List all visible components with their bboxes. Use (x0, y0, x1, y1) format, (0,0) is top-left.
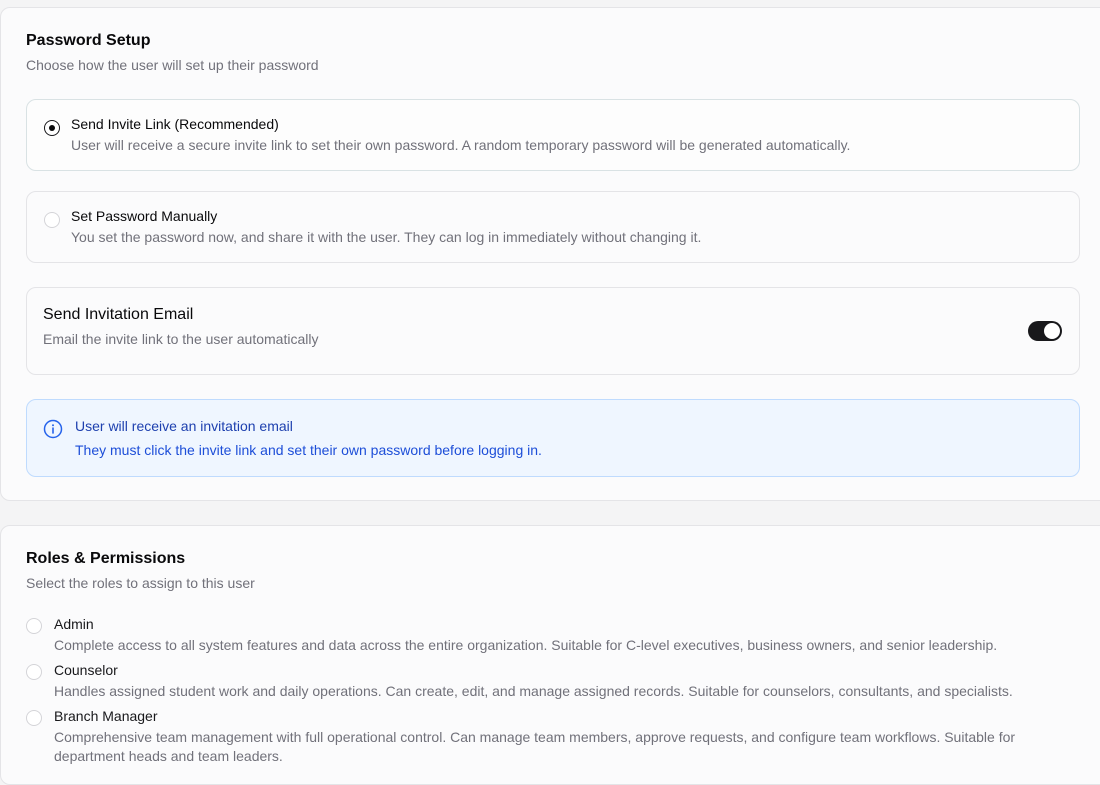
set-password-description: You set the password now, and share it w… (71, 229, 702, 245)
roles-title: Roles & Permissions (26, 550, 186, 567)
info-description: They must click the invite link and set … (75, 442, 542, 458)
set-password-label: Set Password Manually (71, 208, 218, 224)
option-set-password-manually[interactable]: Set Password Manually You set the passwo… (26, 191, 1080, 263)
role-counselor-label: Counselor (54, 662, 118, 678)
role-item-admin[interactable]: Admin Complete access to all system feat… (26, 615, 1086, 657)
roles-permissions-card: Roles & Permissions Select the roles to … (0, 525, 1100, 785)
role-item-counselor[interactable]: Counselor Handles assigned student work … (26, 661, 1086, 703)
role-admin-label: Admin (54, 616, 94, 632)
info-circle-icon (43, 419, 63, 439)
invitation-info-alert: User will receive an invitation email Th… (26, 399, 1080, 477)
option-send-invite-link[interactable]: Send Invite Link (Recommended) User will… (26, 99, 1080, 171)
send-invite-radio[interactable] (44, 120, 60, 136)
info-title: User will receive an invitation email (75, 418, 293, 434)
roles-subtitle: Select the roles to assign to this user (26, 575, 255, 591)
toggle-knob (1044, 323, 1060, 339)
role-admin-radio[interactable] (26, 618, 42, 634)
send-invitation-email-toggle[interactable] (1028, 321, 1062, 341)
send-invitation-email-title: Send Invitation Email (43, 306, 194, 323)
role-branch-manager-description: Comprehensive team management with full … (54, 729, 1016, 764)
send-invite-description: User will receive a secure invite link t… (71, 137, 851, 153)
set-password-radio[interactable] (44, 212, 60, 228)
password-setup-card: Password Setup Choose how the user will … (0, 7, 1100, 501)
password-setup-subtitle: Choose how the user will set up their pa… (26, 57, 319, 73)
password-setup-title: Password Setup (26, 32, 151, 49)
send-invite-label: Send Invite Link (Recommended) (71, 116, 279, 132)
role-counselor-description: Handles assigned student work and daily … (54, 683, 1013, 699)
role-admin-description: Complete access to all system features a… (54, 637, 998, 653)
role-counselor-radio[interactable] (26, 664, 42, 680)
role-item-branch-manager[interactable]: Branch Manager Comprehensive team manage… (26, 707, 1086, 767)
role-branch-manager-label: Branch Manager (54, 708, 158, 724)
send-invitation-email-subtitle: Email the invite link to the user automa… (43, 331, 319, 347)
send-invitation-email-row: Send Invitation Email Email the invite l… (26, 287, 1080, 375)
role-branch-manager-radio[interactable] (26, 710, 42, 726)
